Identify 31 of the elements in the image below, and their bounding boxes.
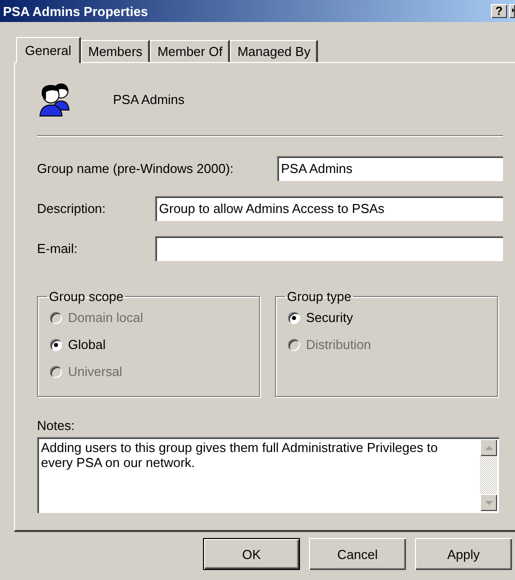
field-label: Group name (pre-Windows 2000):: [37, 161, 234, 176]
group-scope-title: Group scope: [48, 289, 124, 304]
group-type-title: Group type: [286, 289, 352, 304]
tab[interactable]: Member Of: [150, 40, 230, 62]
help-button[interactable]: ?: [491, 4, 507, 18]
close-button[interactable]: [509, 4, 515, 18]
radio-label: Domain local: [68, 310, 144, 325]
dialog-button[interactable]: Apply: [415, 538, 512, 570]
window-title: PSA Admins Properties: [3, 4, 148, 18]
dialog-button[interactable]: OK: [203, 538, 300, 570]
field-label: E-mail:: [37, 241, 78, 256]
notes-field[interactable]: Adding users to this group gives them full Administrative Privileges to every PSA on our network.: [37, 437, 499, 513]
group-name-heading: PSA Admins: [113, 92, 185, 106]
scroll-up-button[interactable]: [480, 439, 497, 456]
input-field[interactable]: [155, 236, 503, 261]
field-label: Description:: [37, 201, 106, 216]
tab[interactable]: Managed By: [230, 40, 318, 62]
radio-button[interactable]: [50, 338, 62, 350]
dialog-button[interactable]: Cancel: [309, 538, 406, 570]
scrollbar[interactable]: [480, 439, 497, 511]
tab[interactable]: General: [16, 37, 82, 63]
input-field[interactable]: Group to allow Admins Access to PSAs: [155, 196, 503, 221]
radio-label: Global: [68, 337, 106, 352]
radio-button[interactable]: [288, 312, 300, 324]
input-field[interactable]: PSA Admins: [277, 156, 503, 181]
radio-label: Distribution: [306, 337, 372, 352]
radio-label: Security: [306, 310, 353, 325]
radio-label: Universal: [68, 364, 122, 379]
notes-label: Notes:: [37, 418, 76, 433]
tab[interactable]: Members: [81, 40, 150, 62]
scroll-down-button[interactable]: [480, 494, 497, 511]
